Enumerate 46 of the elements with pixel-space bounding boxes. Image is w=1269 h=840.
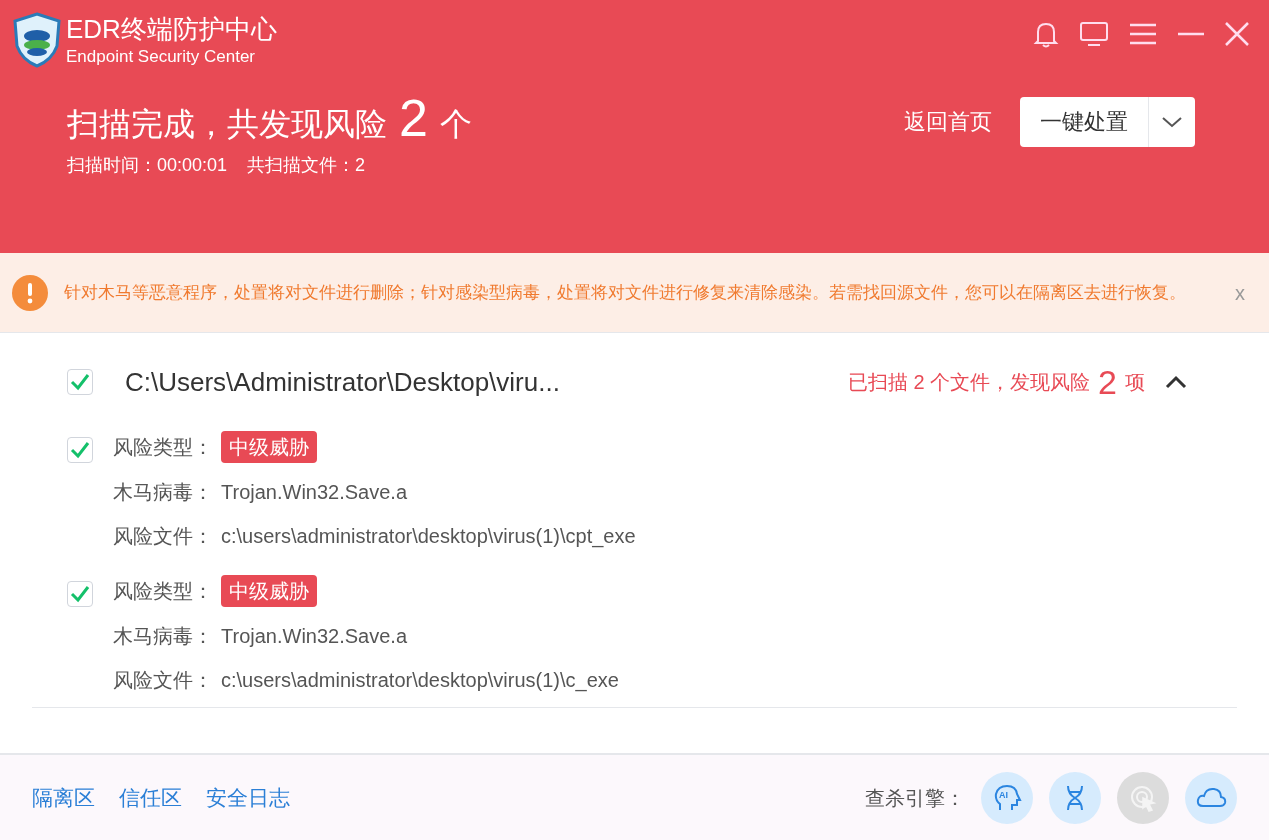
- scan-result-title: 扫描完成，共发现风险: [67, 108, 387, 144]
- field-label: 风险文件：: [113, 524, 213, 549]
- home-link[interactable]: 返回首页: [904, 105, 992, 138]
- close-icon[interactable]: [1225, 22, 1249, 46]
- app-title: EDR终端防护中心: [66, 13, 277, 46]
- field-label: 风险类型：: [113, 435, 213, 460]
- field-label: 风险类型：: [113, 579, 213, 604]
- checkbox[interactable]: [67, 369, 93, 395]
- shield-logo-icon: [12, 12, 62, 68]
- action-split-button[interactable]: 一键处置: [1020, 96, 1195, 147]
- file-path: c:\users\administrator\desktop\virus(1)\c_exe: [221, 668, 619, 694]
- menu-icon[interactable]: [1129, 22, 1157, 46]
- footer-link[interactable]: 信任区: [119, 781, 182, 814]
- engine-button[interactable]: [1185, 771, 1237, 824]
- field-label: 木马病毒：: [113, 624, 213, 649]
- engine-button[interactable]: [1049, 771, 1101, 824]
- field-label: 风险文件：: [113, 668, 213, 693]
- scan-stat: 已扫描 2 个文件，发现风险: [847, 370, 1091, 395]
- warning-icon: [12, 274, 48, 311]
- virus-name: Trojan.Win32.Save.a: [221, 480, 407, 505]
- threat-level-badge: 中级威胁: [221, 575, 317, 607]
- file-path: c:\users\administrator\desktop\virus(1)\cpt_exe: [221, 524, 636, 550]
- engine-label: 查杀引擎：: [865, 785, 965, 811]
- bell-icon[interactable]: [1033, 20, 1059, 48]
- scanned-file-count: 共扫描文件：2: [247, 154, 366, 177]
- app-subtitle: Endpoint Security Center: [66, 45, 256, 67]
- risk-item-count: 2: [1098, 365, 1117, 399]
- footer-link[interactable]: 隔离区: [32, 781, 95, 814]
- monitor-icon[interactable]: [1079, 21, 1109, 47]
- scan-time: 扫描时间：00:00:01: [67, 154, 228, 177]
- checkbox[interactable]: [67, 437, 93, 463]
- engine-button[interactable]: AI: [981, 771, 1033, 824]
- risk-count-unit: 个: [439, 108, 472, 144]
- footer-link[interactable]: 安全日志: [206, 781, 290, 814]
- checkbox[interactable]: [67, 581, 93, 607]
- risk-item-unit: 项: [1125, 370, 1145, 395]
- risk-count: 2: [399, 92, 428, 144]
- close-notice-button[interactable]: x: [1235, 277, 1257, 308]
- field-label: 木马病毒：: [113, 480, 213, 505]
- threat-level-badge: 中级威胁: [221, 431, 317, 463]
- notice-text: 针对木马等恶意程序，处置将对文件进行删除；针对感染型病毒，处置将对文件进行修复来清除感染。若需找回源文件，您可以在隔离区去进行恢复。: [64, 281, 1187, 304]
- folder-path: C:\Users\Administrator\Desktop\viru...: [125, 365, 560, 399]
- minimize-icon[interactable]: [1177, 32, 1205, 36]
- virus-name: Trojan.Win32.Save.a: [221, 624, 407, 649]
- ai-label: AI: [999, 790, 1008, 800]
- caret-icon[interactable]: [1161, 115, 1183, 128]
